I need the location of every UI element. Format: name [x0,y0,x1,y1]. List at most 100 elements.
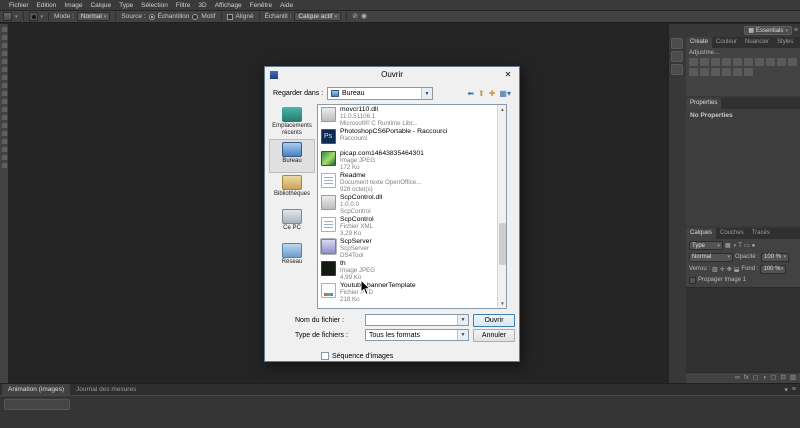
healing-brush-tool-icon[interactable] [3,12,12,21]
close-icon[interactable]: ✕ [497,67,519,82]
chevron-down-icon[interactable]: ▼ [457,330,468,340]
tool-icon[interactable] [1,35,7,40]
sample-source-select[interactable]: Calque actif ▾ [294,12,342,21]
menu-fichier[interactable]: Fichier [5,0,33,11]
tool-icon[interactable] [1,67,7,72]
adjustment-icon[interactable] [788,58,797,66]
tool-icon[interactable] [1,27,7,32]
pattern-radio[interactable] [192,13,199,20]
adjustment-icon[interactable] [777,58,786,66]
lock-transparent-icon[interactable]: ▨ [712,266,718,273]
menu-fenetre[interactable]: Fenêtre [246,0,276,11]
sidebar-item-ce-pc[interactable]: Ce PC [269,207,315,241]
dock-panel-icon[interactable] [671,64,683,75]
dialog-titlebar[interactable]: Ouvrir ✕ [265,67,519,82]
views-menu-icon[interactable]: ▦▾ [499,88,511,99]
tab-styles[interactable]: Styles [773,37,797,48]
tool-icon[interactable] [1,163,7,168]
dock-panel-icon[interactable] [671,38,683,49]
tab-animation[interactable]: Animation (images) [2,384,70,395]
adjustment-icon[interactable] [689,68,698,76]
filter-adjustment-icon[interactable]: ◑ [733,243,737,249]
menu-type[interactable]: Type [115,0,137,11]
scroll-down-icon[interactable]: ▼ [498,299,506,308]
sidebar-item-reseau[interactable]: Réseau [269,241,315,275]
adjustment-layer-icon[interactable]: ◑ [762,373,766,383]
adjustment-icon[interactable] [744,68,753,76]
file-row[interactable]: Readme Document texte OpenOffice... 928 … [318,171,497,193]
tool-icon[interactable] [1,155,7,160]
panel-menu-icon[interactable]: ≡ [792,386,796,394]
dock-panel-icon[interactable] [671,51,683,62]
image-sequence-option[interactable]: Séquence d'images [321,352,393,360]
file-name-combobox[interactable]: ▼ [365,314,469,326]
layer-filter-select[interactable]: Type ▾ [689,241,723,250]
chevron-down-icon[interactable]: ▼ [457,315,468,325]
up-one-level-icon[interactable]: ⬆ [478,88,485,99]
tool-icon[interactable] [1,147,7,152]
tab-journal-mesures[interactable]: Journal des mesures [70,384,142,395]
lock-position-icon[interactable]: ✥ [727,266,732,273]
file-row[interactable]: ScpServer ScpServer DS4Tool [318,237,497,259]
filter-shape-icon[interactable]: ▭ [744,242,750,249]
animation-frame[interactable] [4,399,70,410]
workspace-switcher[interactable]: ▦ Essentials ▾ [744,26,792,35]
blend-mode-select[interactable]: Normal ▾ [689,252,733,262]
tab-couches[interactable]: Couches [716,228,748,239]
tool-icon[interactable] [1,51,7,56]
tab-calques[interactable]: Calques [686,228,717,239]
back-icon[interactable]: ⬅ [467,88,474,99]
scroll-up-icon[interactable]: ▲ [498,105,506,114]
adjustment-icon[interactable] [755,58,764,66]
file-row[interactable]: PhotoshopCS6Portable - Raccourci Raccour… [318,127,497,149]
brush-caret-icon[interactable]: ▾ [41,14,44,20]
tool-icon[interactable] [1,91,7,96]
tab-properties[interactable]: Properties [686,98,722,109]
new-layer-icon[interactable]: ⊡ [780,373,785,383]
file-row[interactable]: th Image JPEG 4,99 Ko [318,259,497,281]
menu-affichage[interactable]: Affichage [211,0,246,11]
tool-icon[interactable] [1,131,7,136]
sidebar-item-bureau[interactable]: Bureau [269,139,315,173]
adjustment-icon[interactable] [733,58,742,66]
tool-icon[interactable] [1,123,7,128]
tool-icon[interactable] [1,43,7,48]
cancel-button[interactable]: Annuler [473,329,515,342]
image-sequence-checkbox[interactable] [321,352,329,360]
panel-minimize-icon[interactable]: ▾ [784,386,788,394]
menu-calque[interactable]: Calque [86,0,115,11]
filter-type-icon[interactable]: T [738,243,742,249]
mode-select[interactable]: Normal ▾ [76,12,111,21]
filter-pixel-icon[interactable]: ▦ [725,242,731,249]
scrollbar-thumb[interactable] [499,223,506,265]
tab-nuancier[interactable]: Nuancier [741,37,773,48]
tab-traces[interactable]: Tracés [748,228,774,239]
tool-preset-caret-icon[interactable]: ▾ [15,14,18,20]
lock-all-icon[interactable]: ⬓ [734,266,740,273]
file-type-select[interactable]: Tous les formats ▼ [365,329,469,341]
layer-mask-icon[interactable]: ◻ [753,373,758,383]
sidebar-item-recent-places[interactable]: Emplacements récents [269,105,315,139]
layer-style-icon[interactable]: fx [744,373,749,383]
opacity-input[interactable]: 100 % ▾ [761,252,790,262]
tool-icon[interactable] [1,115,7,120]
tool-icon[interactable] [1,75,7,80]
menu-filtre[interactable]: Filtre [172,0,194,11]
file-row[interactable]: ScpControl.dll 1.0.0.0 ScpControl [318,193,497,215]
adjustment-icon[interactable] [711,58,720,66]
adjustment-icon[interactable] [711,68,720,76]
open-button[interactable]: Ouvrir [473,314,515,327]
file-row[interactable]: movcr110.dll 11.0.51106.1 Microsoft® C R… [318,105,497,127]
adjustment-icon[interactable] [700,68,709,76]
tool-icon[interactable] [1,139,7,144]
menu-selection[interactable]: Sélection [137,0,172,11]
brush-preset-icon[interactable] [28,12,38,21]
adjustment-icon[interactable] [733,68,742,76]
file-name-input[interactable] [369,315,457,325]
adjustment-icon[interactable] [722,68,731,76]
file-row[interactable]: Youtube-bannerTemplate Fichier PSD 218 K… [318,281,497,303]
sample-radio[interactable] [148,13,155,20]
adjustment-icon[interactable] [766,58,775,66]
adjustment-icon[interactable] [722,58,731,66]
panel-menu-icon[interactable]: ≡ [794,27,798,34]
